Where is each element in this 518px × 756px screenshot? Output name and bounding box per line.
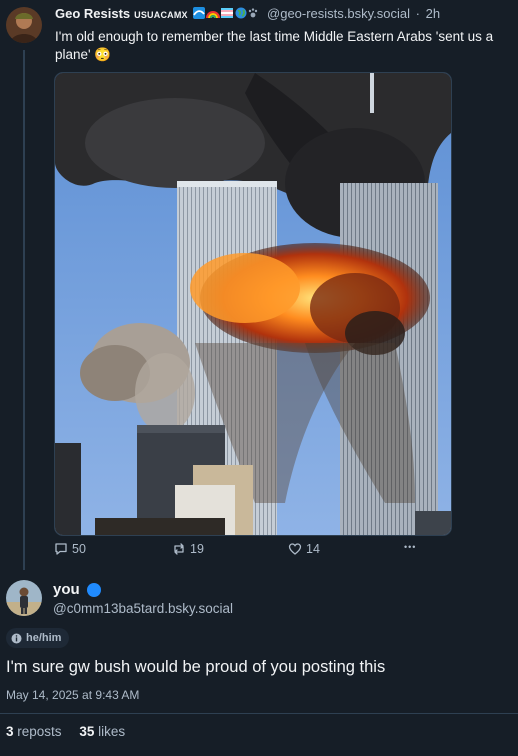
like-action[interactable]: 14 <box>288 542 320 556</box>
author-tag: USUACAMX <box>134 10 188 20</box>
post-author-handle[interactable]: @geo-resists.bsky.social <box>267 6 410 21</box>
likes-count: 35 <box>79 724 95 739</box>
repost-icon <box>174 543 184 555</box>
reply-action[interactable]: 50 <box>54 542 86 556</box>
pronouns-label: he/him <box>26 632 62 644</box>
reply-author-handle[interactable]: @c0mm13ba5tard.bsky.social <box>53 601 233 616</box>
reply-text: I'm sure gw bush would be proud of you p… <box>6 658 386 676</box>
likes-stat[interactable]: 35 likes <box>79 724 125 739</box>
repost-action[interactable]: 19 <box>172 542 204 556</box>
more-options-button[interactable]: ••• <box>404 542 416 552</box>
heart-icon <box>288 543 302 555</box>
like-count: 14 <box>306 542 320 556</box>
repost-count: 19 <box>190 542 204 556</box>
info-icon <box>11 633 22 643</box>
pronouns-badge: he/him <box>6 628 70 648</box>
reply-icon <box>55 543 67 555</box>
stats-divider <box>0 713 518 714</box>
post-image[interactable] <box>54 72 452 536</box>
author-emoji-row <box>193 7 259 22</box>
reposts-stat[interactable]: 3 reposts <box>6 724 62 739</box>
verified-badge-icon <box>87 583 101 597</box>
post-time[interactable]: 2h <box>426 6 440 21</box>
trans-flag-emoji <box>221 8 234 19</box>
engagement-stats: 3 reposts 35 likes <box>6 724 125 739</box>
post-time-separator: · <box>415 6 420 21</box>
post-actions: 50 19 14 ••• <box>54 542 454 560</box>
paw-emoji <box>249 8 258 18</box>
globe-emoji <box>235 7 247 19</box>
geo-resists-avatar[interactable] <box>6 7 42 43</box>
you-avatar[interactable] <box>6 580 42 616</box>
likes-label: likes <box>98 724 126 739</box>
reply-count: 50 <box>72 542 86 556</box>
reposts-label: reposts <box>17 724 62 739</box>
wave-emoji <box>193 7 206 20</box>
post-header: Geo Resists USUACAMX @geo-resists.bsky.so… <box>55 6 440 22</box>
twin-towers-explosion-photo <box>55 73 451 535</box>
thread-line <box>23 50 25 570</box>
reply-author-name[interactable]: you <box>53 581 80 598</box>
reply-timestamp: May 14, 2025 at 9:43 AM <box>6 688 140 702</box>
post-text: I'm old enough to remember the last time… <box>55 29 494 62</box>
reposts-count: 3 <box>6 724 14 739</box>
rainbow-emoji <box>206 11 221 19</box>
more-icon: ••• <box>404 542 417 552</box>
post-author-name[interactable]: Geo Resists <box>55 6 130 21</box>
